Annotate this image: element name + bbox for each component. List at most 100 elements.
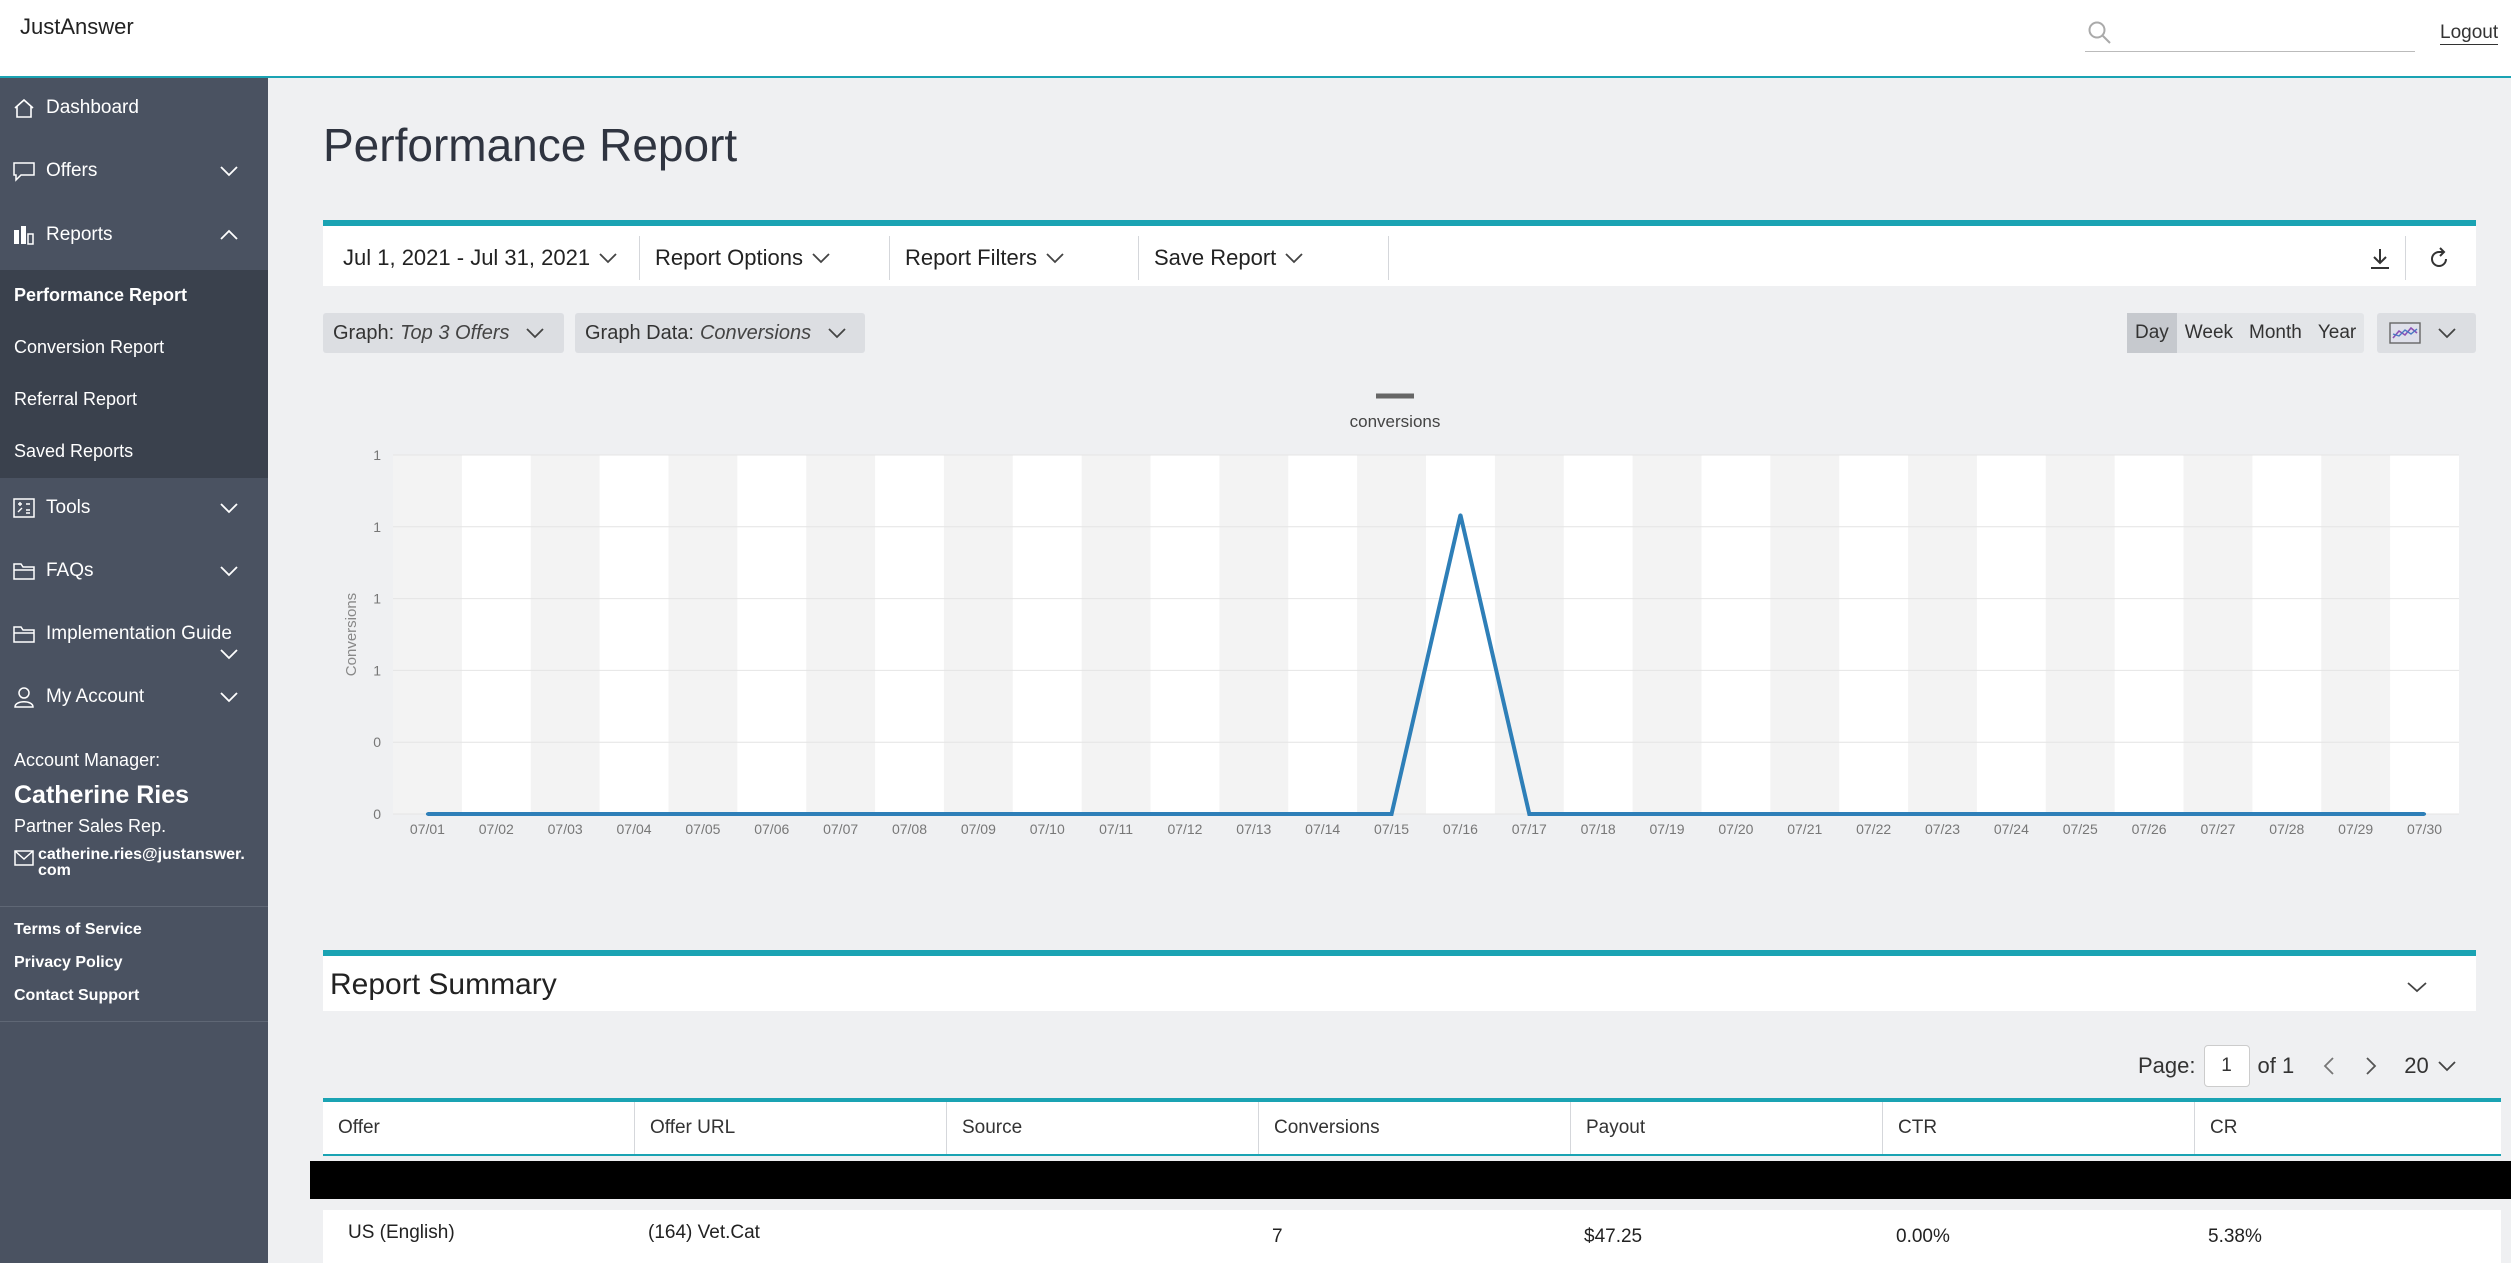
x-tick-label: 07/14 <box>1305 821 1340 837</box>
logout-link[interactable]: Logout <box>2440 22 2499 45</box>
column-header-offer[interactable]: Offer <box>323 1102 635 1154</box>
toolbar-separator <box>1388 236 1389 280</box>
cell-ctr: 0.00% <box>1896 1226 1950 1247</box>
sidebar-item-label: Dashboard <box>46 97 139 118</box>
sidebar-item-label: My Account <box>46 686 145 707</box>
column-header-conversions[interactable]: Conversions <box>1259 1102 1571 1154</box>
save-report-dropdown[interactable]: Save Report <box>1154 238 1304 278</box>
chevron-down-icon[interactable] <box>2437 1059 2457 1073</box>
sidebar-item-dashboard[interactable]: Dashboard <box>0 88 268 128</box>
report-options-dropdown[interactable]: Report Options <box>655 238 831 278</box>
email-icon <box>14 850 34 866</box>
x-tick-label: 07/13 <box>1236 821 1271 837</box>
sidebar-subitem-conversion-report[interactable]: Conversion Report <box>14 337 164 358</box>
sidebar-item-tools[interactable]: Tools <box>0 488 268 528</box>
column-header-payout[interactable]: Payout <box>1571 1102 1883 1154</box>
data-point <box>839 812 843 816</box>
cell-offer-url: (164) Vet.Cat <box>648 1222 760 1243</box>
cell-cr: 5.38% <box>2208 1226 2262 1247</box>
sidebar-subitem-referral-report[interactable]: Referral Report <box>14 389 137 410</box>
data-point <box>632 812 636 816</box>
toolbar-separator <box>639 236 640 280</box>
brand-logo[interactable]: JustAnswer <box>20 14 134 40</box>
bar-chart-icon <box>14 226 34 245</box>
sidebar-item-label: Tools <box>46 497 91 518</box>
date-range-dropdown[interactable]: Jul 1, 2021 - Jul 31, 2021 <box>343 238 618 278</box>
column-header-ctr[interactable]: CTR <box>1883 1102 2195 1154</box>
period-day-button[interactable]: Day <box>2127 313 2177 353</box>
toolbar-separator <box>1138 236 1139 280</box>
page-number-input[interactable]: 1 <box>2203 1045 2250 1087</box>
data-point <box>494 812 498 816</box>
page-title: Performance Report <box>323 119 738 171</box>
plot-band <box>2183 455 2253 814</box>
report-summary-panel[interactable]: Report Summary <box>323 950 2476 1011</box>
y-tick-label: 0 <box>373 734 381 750</box>
plot-band <box>1632 455 1702 814</box>
sidebar-item-offers[interactable]: Offers <box>0 151 268 191</box>
sidebar-divider <box>0 906 268 907</box>
account-manager-email[interactable]: catherine.ries@justanswer. com <box>38 847 245 879</box>
y-tick-label: 0 <box>373 806 381 822</box>
x-tick-label: 07/20 <box>1718 821 1753 837</box>
contact-support-link[interactable]: Contact Support <box>14 987 139 1005</box>
sidebar-item-reports[interactable]: Reports <box>0 215 268 255</box>
graph-selector[interactable]: Graph: Top 3 Offers <box>323 313 564 353</box>
sidebar-subitem-saved-reports[interactable]: Saved Reports <box>14 441 133 462</box>
period-year-button[interactable]: Year <box>2310 313 2364 353</box>
report-filters-dropdown[interactable]: Report Filters <box>905 238 1065 278</box>
column-header-offer-url[interactable]: Offer URL <box>635 1102 947 1154</box>
data-point <box>2285 812 2289 816</box>
chevron-down-icon <box>828 328 846 339</box>
user-icon <box>14 687 34 708</box>
graph-data-selector[interactable]: Graph Data: Conversions <box>575 313 865 353</box>
sidebar-subitem-performance-report[interactable]: Performance Report <box>14 285 187 306</box>
data-point <box>2354 812 2358 816</box>
plot-band <box>1494 455 1564 814</box>
sidebar-item-implementation-guide[interactable]: Implementation Guide <box>0 614 268 660</box>
x-tick-label: 07/09 <box>961 821 996 837</box>
privacy-policy-link[interactable]: Privacy Policy <box>14 954 123 972</box>
toolbar-separator <box>2405 236 2406 280</box>
plot-band <box>806 455 876 814</box>
chevron-down-icon <box>812 253 830 264</box>
period-week-button[interactable]: Week <box>2177 313 2241 353</box>
chevron-down-icon <box>1285 253 1303 264</box>
tools-icon <box>13 498 35 518</box>
chevron-down-icon[interactable] <box>2406 980 2428 994</box>
plot-band <box>1219 455 1289 814</box>
y-tick-label: 1 <box>373 591 381 607</box>
page-size-value[interactable]: 20 <box>2404 1053 2428 1079</box>
chevron-down-icon <box>2438 328 2456 339</box>
period-month-button[interactable]: Month <box>2241 313 2310 353</box>
data-point <box>1665 812 1669 816</box>
column-header-cr[interactable]: CR <box>2195 1102 2507 1154</box>
sidebar-item-faqs[interactable]: FAQs <box>0 551 268 591</box>
cell-offer: US (English) <box>348 1222 455 1243</box>
data-point <box>1941 812 1944 816</box>
period-toggle: Day Week Month Year <box>2127 313 2365 353</box>
search-input[interactable] <box>2085 18 2415 52</box>
chart-type-selector[interactable] <box>2377 313 2476 353</box>
download-icon[interactable] <box>2365 244 2395 274</box>
column-header-source[interactable]: Source <box>947 1102 1259 1154</box>
x-tick-label: 07/17 <box>1512 821 1547 837</box>
refresh-icon[interactable] <box>2424 244 2454 274</box>
chevron-up-icon <box>220 229 238 240</box>
sidebar-item-label: Offers <box>46 160 98 181</box>
data-point <box>1803 812 1807 816</box>
table-row[interactable]: US (English) (164) Vet.Cat 7 $47.25 0.00… <box>323 1210 2501 1263</box>
x-tick-label: 07/28 <box>2269 821 2304 837</box>
account-manager-role: Partner Sales Rep. <box>14 816 167 836</box>
chevron-right-icon[interactable] <box>2364 1056 2378 1076</box>
legend-label: conversions <box>1350 412 1441 431</box>
terms-of-service-link[interactable]: Terms of Service <box>14 921 142 939</box>
chevron-left-icon[interactable] <box>2322 1056 2336 1076</box>
sidebar-item-label: Implementation Guide <box>46 623 232 644</box>
x-tick-label: 07/06 <box>754 821 789 837</box>
sidebar-item-my-account[interactable]: My Account <box>0 677 268 717</box>
table-header: Offer Offer URL Source Conversions Payou… <box>323 1098 2501 1156</box>
plot-band <box>393 455 462 814</box>
data-point <box>2216 812 2220 816</box>
folder-icon <box>13 563 35 580</box>
